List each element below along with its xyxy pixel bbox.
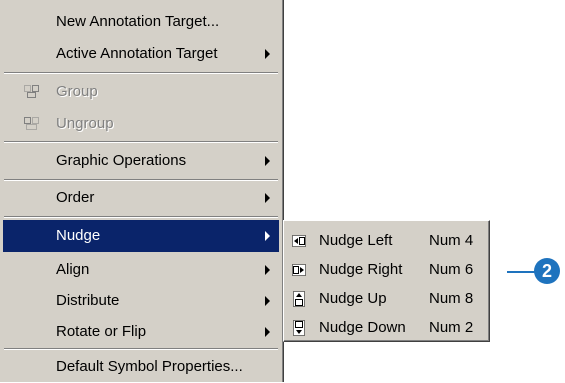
callout-leader-line <box>507 271 536 273</box>
menu-item-label: Ungroup <box>56 115 114 132</box>
submenu-arrow-icon <box>265 156 270 166</box>
submenu-item-label: Nudge Right <box>319 261 403 278</box>
menu-item-label: Rotate or Flip <box>56 323 147 340</box>
menu-item-new-annotation-target[interactable]: New Annotation Target... <box>3 6 279 38</box>
submenu-arrow-icon <box>265 231 270 241</box>
menu-separator <box>4 72 278 74</box>
menu-item-graphic-operations[interactable]: Graphic Operations <box>3 145 279 177</box>
submenu-arrow-icon <box>265 296 270 306</box>
nudge-submenu: Nudge Left Num 4 Nudge Right Num 6 Nudge… <box>283 220 490 342</box>
shortcut-label: Num 8 <box>429 290 474 307</box>
menu-item-default-symbol-properties[interactable]: Default Symbol Properties... <box>3 351 279 383</box>
submenu-arrow-icon <box>265 49 270 59</box>
menu-separator <box>4 348 278 350</box>
shortcut-label: Num 2 <box>429 319 474 336</box>
menu-item-group[interactable]: Group <box>3 76 279 108</box>
menu-item-order[interactable]: Order <box>3 182 279 214</box>
menu-item-label: Active Annotation Target <box>56 45 218 62</box>
shortcut-label: Num 6 <box>429 261 474 278</box>
menu-separator <box>4 216 278 218</box>
menu-item-nudge[interactable]: Nudge <box>3 220 279 252</box>
nudge-right-icon <box>291 262 307 278</box>
menu-item-label: Nudge <box>56 227 101 244</box>
submenu-arrow-icon <box>265 265 270 275</box>
submenu-arrow-icon <box>265 327 270 337</box>
submenu-item-nudge-right[interactable]: Nudge Right Num 6 <box>286 256 486 284</box>
menu-item-align[interactable]: Align <box>3 254 279 286</box>
submenu-item-label: Nudge Down <box>319 319 406 336</box>
nudge-left-icon <box>291 233 307 249</box>
menu-separator <box>4 179 278 181</box>
menu-item-label: Graphic Operations <box>56 152 187 169</box>
submenu-item-nudge-down[interactable]: Nudge Down Num 2 <box>286 314 486 342</box>
menu-item-label: Group <box>56 83 98 100</box>
menu-item-label: Order <box>56 189 95 206</box>
menu-item-rotate-or-flip[interactable]: Rotate or Flip <box>3 316 279 348</box>
menu-separator <box>4 141 278 143</box>
submenu-item-nudge-left[interactable]: Nudge Left Num 4 <box>286 227 486 255</box>
menu-item-label: Distribute <box>56 292 120 309</box>
shortcut-label: Num 4 <box>429 232 474 249</box>
callout-number-badge: 2 <box>534 258 560 284</box>
group-icon <box>24 85 40 99</box>
submenu-item-label: Nudge Up <box>319 290 387 307</box>
submenu-item-label: Nudge Left <box>319 232 393 249</box>
menu-item-label: New Annotation Target... <box>56 13 220 30</box>
menu-item-distribute[interactable]: Distribute <box>3 285 279 317</box>
context-menu: New Annotation Target... Active Annotati… <box>0 0 284 382</box>
menu-item-label: Align <box>56 261 90 278</box>
submenu-item-nudge-up[interactable]: Nudge Up Num 8 <box>286 285 486 313</box>
menu-item-active-annotation-target[interactable]: Active Annotation Target <box>3 38 279 70</box>
menu-item-label: Default Symbol Properties... <box>56 358 243 375</box>
menu-item-ungroup[interactable]: Ungroup <box>3 108 279 140</box>
nudge-down-icon <box>291 320 307 336</box>
nudge-up-icon <box>291 291 307 307</box>
ungroup-icon <box>24 117 40 131</box>
submenu-arrow-icon <box>265 193 270 203</box>
